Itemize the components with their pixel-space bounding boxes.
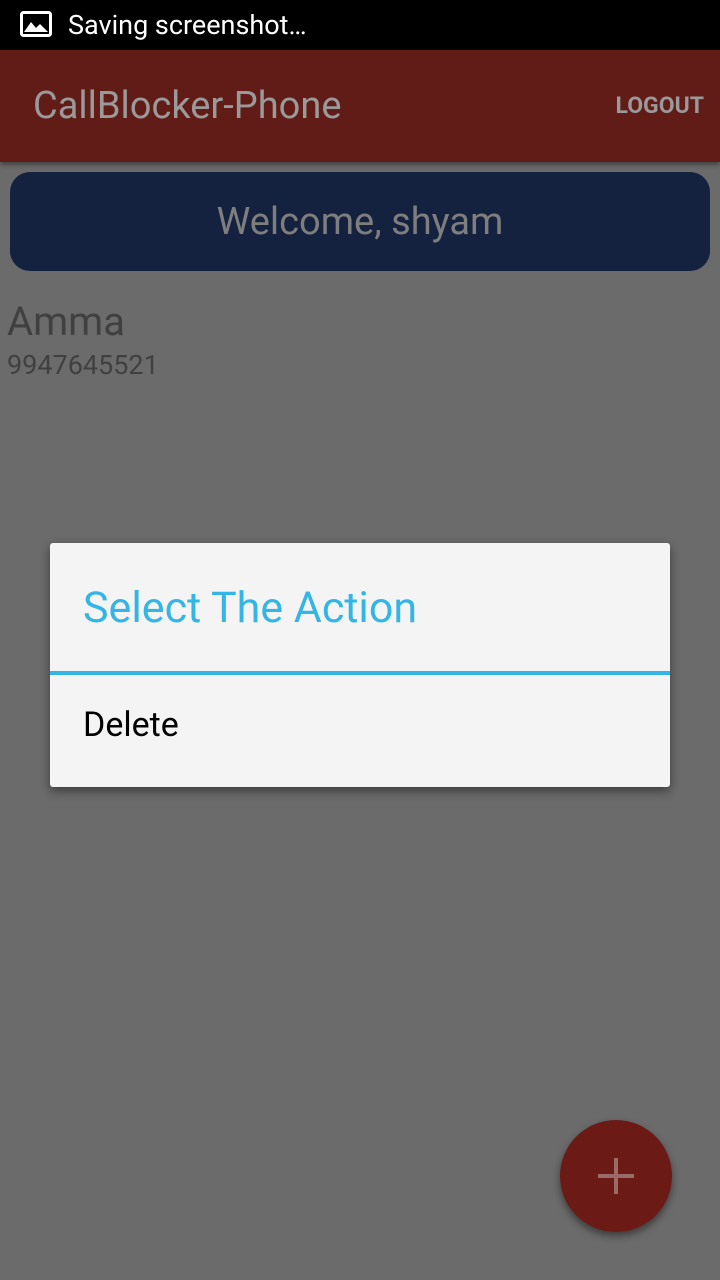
logout-button[interactable]: LOGOUT: [615, 50, 704, 162]
app-bar: CallBlocker-Phone LOGOUT: [0, 50, 720, 162]
list-item[interactable]: Amma 9947645521: [0, 296, 720, 396]
app-title: CallBlocker-Phone: [33, 84, 342, 128]
status-bar: Saving screenshot…: [0, 0, 720, 50]
delete-option[interactable]: Delete: [50, 675, 670, 787]
image-icon: [20, 11, 52, 37]
welcome-banner: Welcome, shyam: [10, 172, 710, 271]
contact-number: 9947645521: [7, 349, 159, 381]
contact-name: Amma: [7, 298, 126, 345]
add-button[interactable]: [560, 1120, 672, 1232]
action-dialog: Select The Action Delete: [50, 543, 670, 787]
plus-icon: [598, 1158, 634, 1194]
dialog-option-label: Delete: [83, 705, 179, 745]
status-text: Saving screenshot…: [68, 9, 307, 41]
welcome-text: Welcome, shyam: [216, 199, 504, 244]
dialog-title: Select The Action: [83, 583, 418, 633]
